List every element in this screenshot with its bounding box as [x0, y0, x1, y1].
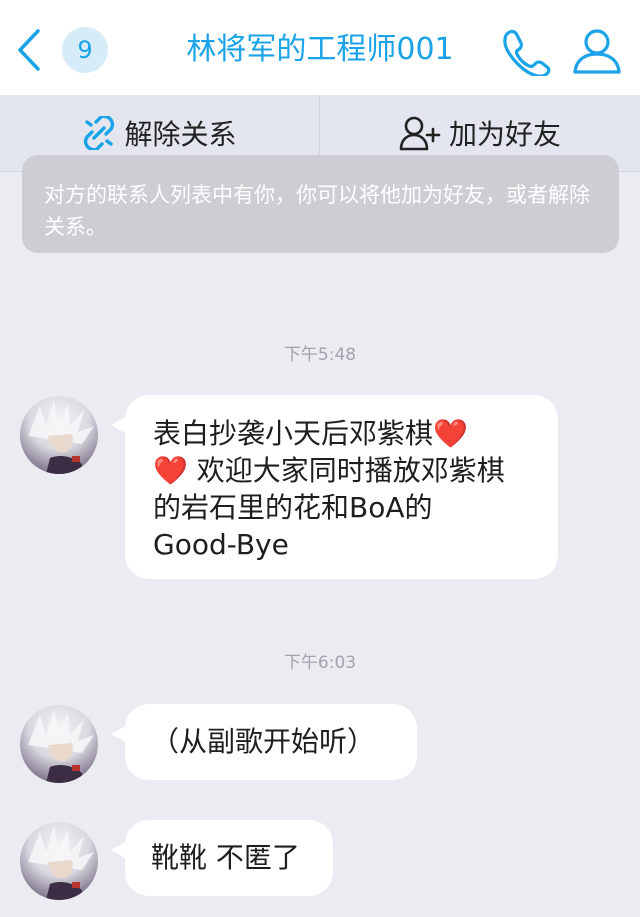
broken-link-icon	[84, 116, 115, 150]
avatar-image	[28, 709, 94, 783]
message-text: （从副歌开始听）	[151, 725, 376, 758]
timestamp: 下午5:48	[283, 345, 357, 365]
call-button[interactable]	[497, 26, 551, 78]
avatar[interactable]	[20, 396, 98, 474]
avatar[interactable]	[20, 705, 98, 783]
system-notice: 对方的联系人列表中有你，你可以将他加为好友，或者解除关系。	[22, 155, 619, 253]
avatar-image	[28, 400, 94, 474]
avatar-image	[28, 826, 94, 900]
add-person-icon	[399, 116, 441, 151]
message-text: 表白抄袭小天后邓紫棋❤️ ❤️ 欢迎大家同时播放邓紫棋 的岩石里的花和BoA的 …	[153, 417, 505, 561]
top-nav-bar: 9 林将军的工程师001	[0, 0, 640, 95]
heart-emoji: ❤️	[153, 454, 188, 487]
phone-icon	[503, 29, 551, 78]
timestamp: 下午6:03	[283, 653, 357, 673]
back-chevron-icon	[18, 29, 40, 71]
unread-count-badge[interactable]: 9	[62, 27, 108, 73]
profile-button[interactable]	[570, 26, 624, 76]
message-bubble[interactable]: 靴靴 不匿了	[111, 820, 333, 896]
chat-title: 林将军的工程师001	[186, 32, 454, 67]
message-bubble[interactable]: 表白抄袭小天后邓紫棋❤️ ❤️ 欢迎大家同时播放邓紫棋 的岩石里的花和BoA的 …	[111, 395, 558, 579]
message-text: 靴靴 不匿了	[151, 841, 300, 874]
message-bubble[interactable]: （从副歌开始听）	[111, 704, 417, 780]
add-friend-label: 加为好友	[448, 118, 561, 151]
back-button[interactable]	[12, 25, 46, 75]
avatar[interactable]	[20, 822, 98, 900]
person-icon	[573, 29, 621, 74]
unlink-label: 解除关系	[124, 118, 237, 151]
heart-emoji: ❤️	[433, 417, 468, 450]
